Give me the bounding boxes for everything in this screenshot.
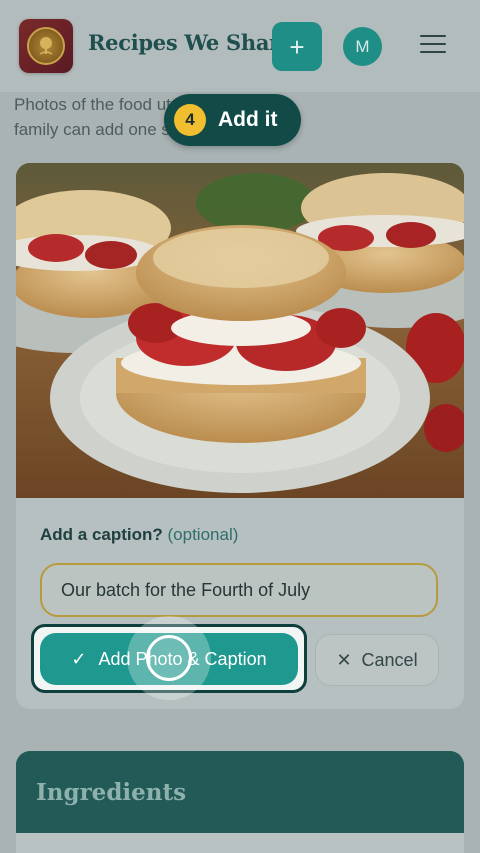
cancel-button-label: Cancel — [361, 649, 418, 670]
ingredients-title: Ingredients — [36, 779, 187, 806]
caption-label-text: Add a caption? — [40, 525, 163, 544]
add-recipe-button[interactable]: + — [272, 22, 322, 71]
app-title: Recipes We Share — [88, 30, 293, 55]
hamburger-menu-icon[interactable] — [420, 35, 446, 57]
tour-step-tooltip: 4 Add it — [164, 94, 301, 146]
caption-optional-text: (optional) — [167, 525, 239, 544]
check-icon: ✓ — [71, 648, 87, 669]
app-logo[interactable] — [19, 19, 73, 73]
caption-input-value: Our batch for the Fourth of July — [61, 579, 311, 600]
step-label: Add it — [218, 108, 278, 131]
app-header: Recipes We Share + M — [0, 0, 480, 92]
cancel-button[interactable]: ✕ Cancel — [315, 634, 439, 686]
tree-of-life-icon — [27, 27, 65, 65]
avatar[interactable]: M — [343, 27, 382, 66]
tap-indicator-ring — [146, 635, 192, 681]
close-icon: ✕ — [336, 649, 352, 670]
step-number-badge: 4 — [174, 104, 206, 136]
caption-label: Add a caption? (optional) — [40, 525, 238, 545]
ingredients-section-body — [16, 833, 464, 853]
uploaded-photo — [16, 163, 464, 498]
ingredients-section-header: Ingredients — [16, 751, 464, 833]
caption-input[interactable]: Our batch for the Fourth of July — [40, 563, 438, 617]
